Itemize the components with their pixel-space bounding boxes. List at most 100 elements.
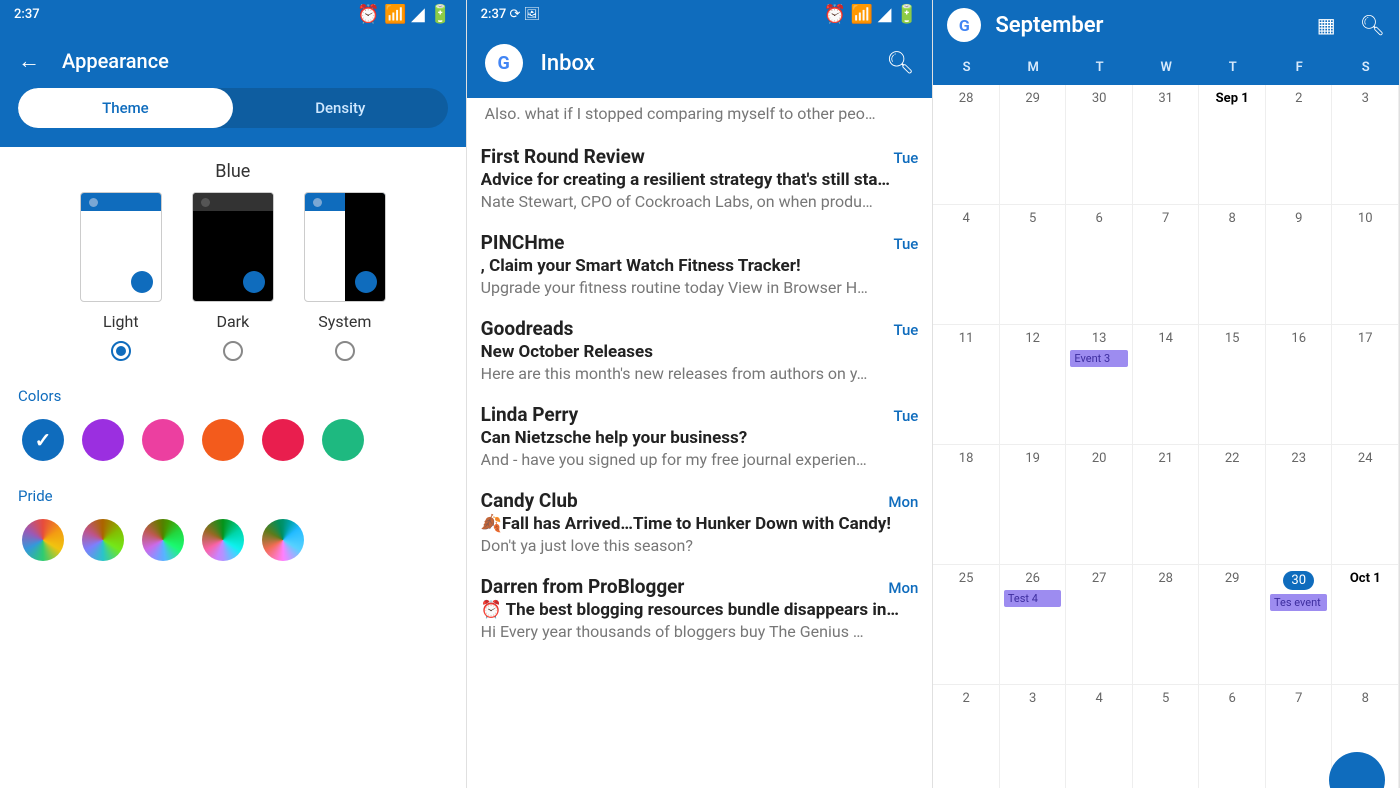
radio-icon[interactable]	[223, 341, 243, 361]
calendar-day-cell[interactable]: 21	[1133, 445, 1200, 565]
theme-mode-option[interactable]: Dark	[192, 192, 274, 361]
color-swatch[interactable]	[262, 419, 304, 461]
calendar-day-cell[interactable]: 26 Test 4	[1000, 565, 1067, 685]
tab-density[interactable]: Density	[233, 88, 448, 128]
calendar-day-cell[interactable]: 9	[1266, 205, 1333, 325]
calendar-day-cell[interactable]: 17	[1332, 325, 1399, 445]
calendar-day-cell[interactable]: 11	[933, 325, 1000, 445]
pride-swatch[interactable]	[22, 519, 64, 561]
account-avatar[interactable]: G	[947, 8, 981, 42]
calendar-day-cell[interactable]: 30	[1066, 85, 1133, 205]
email-preview: Nate Stewart, CPO of Cockroach Labs, on …	[481, 190, 919, 211]
email-date: Tue	[893, 235, 918, 253]
calendar-day-cell[interactable]: 14	[1133, 325, 1200, 445]
day-number: 17	[1354, 331, 1376, 346]
status-time: 2:37 ⟳ 🖼	[481, 7, 540, 22]
calendar-view-icon[interactable]: ▦	[1317, 13, 1336, 37]
calendar-day-cell[interactable]: 28	[933, 85, 1000, 205]
calendar-event[interactable]: Event 3	[1070, 350, 1128, 367]
calendar-day-cell[interactable]: 19	[1000, 445, 1067, 565]
day-number: 14	[1155, 331, 1177, 346]
calendar-day-cell[interactable]: Oct 1	[1332, 565, 1399, 685]
account-avatar[interactable]: G	[485, 44, 523, 82]
calendar-day-cell[interactable]: 29	[1000, 85, 1067, 205]
day-number: 13	[1088, 331, 1110, 346]
email-item[interactable]: PINCHme Tue , Claim your Smart Watch Fit…	[481, 221, 919, 307]
calendar-event[interactable]: Test 4	[1004, 590, 1062, 607]
pride-swatch[interactable]	[202, 519, 244, 561]
calendar-day-cell[interactable]: 13 Event 3	[1066, 325, 1133, 445]
calendar-day-cell[interactable]: 24	[1332, 445, 1399, 565]
theme-mode-option[interactable]: Light	[80, 192, 162, 361]
calendar-event[interactable]: Tes event	[1270, 594, 1328, 611]
calendar-day-cell[interactable]: 15	[1199, 325, 1266, 445]
email-sender: PINCHme	[481, 231, 565, 254]
calendar-day-cell[interactable]: Sep 1	[1199, 85, 1266, 205]
calendar-day-cell[interactable]: 22	[1199, 445, 1266, 565]
calendar-day-cell[interactable]: 3	[1332, 85, 1399, 205]
theme-mode-option[interactable]: System	[304, 192, 386, 361]
pride-swatch[interactable]	[142, 519, 184, 561]
calendar-day-cell[interactable]: 2	[1266, 85, 1333, 205]
weekday-label: F	[1266, 60, 1333, 75]
calendar-day-cell[interactable]: 6	[1066, 205, 1133, 325]
calendar-day-cell[interactable]: 6	[1199, 685, 1266, 788]
email-item[interactable]: Goodreads Tue New October Releases Here …	[481, 307, 919, 393]
calendar-day-cell[interactable]: 4	[933, 205, 1000, 325]
calendar-day-cell[interactable]: 20	[1066, 445, 1133, 565]
theme-mode-label: Dark	[216, 312, 249, 331]
day-number: 12	[1022, 331, 1044, 346]
email-item[interactable]: Candy Club Mon 🍂Fall has Arrived…Time to…	[481, 479, 919, 565]
calendar-day-cell[interactable]: 31	[1133, 85, 1200, 205]
email-sender: Goodreads	[481, 317, 574, 340]
day-number: Oct 1	[1350, 571, 1381, 586]
calendar-day-cell[interactable]: 12	[1000, 325, 1067, 445]
month-title[interactable]: September	[995, 13, 1302, 38]
color-swatch[interactable]	[82, 419, 124, 461]
inbox-header: G Inbox 🔍︎	[467, 28, 933, 98]
calendar-day-cell[interactable]: 23	[1266, 445, 1333, 565]
email-subject: Can Nietzsche help your business?	[481, 426, 919, 448]
calendar-day-cell[interactable]: 28	[1133, 565, 1200, 685]
inbox-screen: 2:37 ⟳ 🖼 ⏰ 📶 ◢ 🔋 G Inbox 🔍︎ Also. what i…	[467, 0, 934, 788]
pride-swatch[interactable]	[262, 519, 304, 561]
email-item[interactable]: First Round Review Tue Advice for creati…	[481, 135, 919, 221]
calendar-day-cell[interactable]: 25	[933, 565, 1000, 685]
tab-theme[interactable]: Theme	[18, 88, 233, 128]
radio-icon[interactable]	[111, 341, 131, 361]
color-swatch[interactable]	[322, 419, 364, 461]
day-number: 22	[1221, 451, 1243, 466]
email-item[interactable]: Linda Perry Tue Can Nietzsche help your …	[481, 393, 919, 479]
partial-message-preview[interactable]: Also. what if I stopped comparing myself…	[481, 98, 919, 135]
email-preview: Here are this month's new releases from …	[481, 362, 919, 383]
pride-swatch[interactable]	[82, 519, 124, 561]
email-item[interactable]: Darren from ProBlogger Mon ⏰ The best bl…	[481, 565, 919, 651]
day-number: 26	[1022, 571, 1044, 586]
calendar-day-cell[interactable]: 8	[1199, 205, 1266, 325]
calendar-day-cell[interactable]: 27	[1066, 565, 1133, 685]
search-icon[interactable]: 🔍︎	[1360, 13, 1385, 37]
back-icon[interactable]	[18, 48, 40, 74]
calendar-day-cell[interactable]: 5	[1000, 205, 1067, 325]
pride-label: Pride	[0, 461, 466, 519]
calendar-day-cell[interactable]: 29	[1199, 565, 1266, 685]
radio-icon[interactable]	[335, 341, 355, 361]
month-grid[interactable]: 28 29 30 31 Sep 1 2 3 4 5 6	[933, 85, 1399, 788]
calendar-day-cell[interactable]: 30 Tes event	[1266, 565, 1333, 685]
color-swatch[interactable]	[142, 419, 184, 461]
calendar-day-cell[interactable]: 2	[933, 685, 1000, 788]
calendar-day-cell[interactable]: 7	[1133, 205, 1200, 325]
calendar-day-cell[interactable]: 18	[933, 445, 1000, 565]
email-date: Tue	[893, 407, 918, 425]
calendar-day-cell[interactable]: 5	[1133, 685, 1200, 788]
inbox-title: Inbox	[541, 51, 869, 76]
calendar-day-cell[interactable]: 3	[1000, 685, 1067, 788]
calendar-day-cell[interactable]: 7	[1266, 685, 1333, 788]
color-swatch[interactable]	[202, 419, 244, 461]
calendar-day-cell[interactable]: 10	[1332, 205, 1399, 325]
search-icon[interactable]: 🔍︎	[886, 51, 914, 76]
calendar-day-cell[interactable]: 16	[1266, 325, 1333, 445]
appearance-screen: 2:37 ⏰ 📶 ◢ 🔋 Appearance Theme Density Bl…	[0, 0, 467, 788]
color-swatch[interactable]	[22, 419, 64, 461]
calendar-day-cell[interactable]: 4	[1066, 685, 1133, 788]
